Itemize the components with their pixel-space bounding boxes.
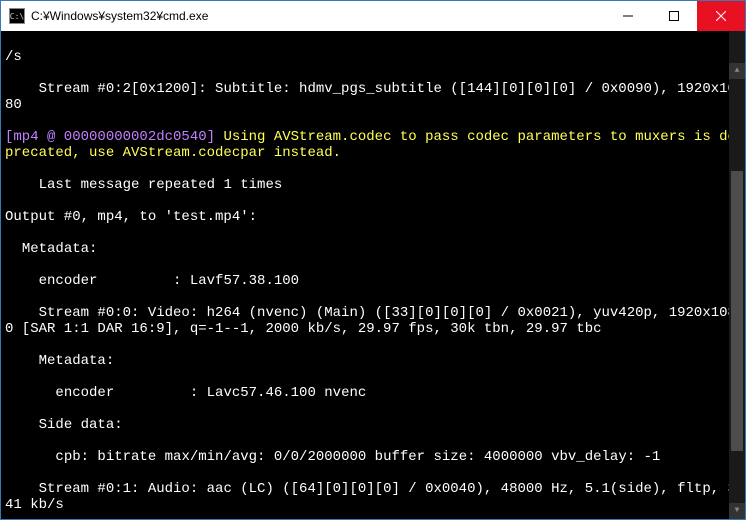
minimize-button[interactable]: [605, 1, 651, 31]
term-line: /s: [5, 49, 741, 65]
maximize-button[interactable]: [651, 1, 697, 31]
term-line: encoder : Lavc57.46.100 nvenc: [5, 385, 741, 401]
term-line: cpb: bitrate max/min/avg: 0/0/2000000 bu…: [5, 449, 741, 465]
term-line: [mp4 @ 00000000002dc0540] Using AVStream…: [5, 129, 741, 161]
term-line: Stream #0:0: Video: h264 (nvenc) (Main) …: [5, 305, 741, 337]
term-line: Metadata:: [5, 241, 741, 257]
close-icon: [716, 11, 726, 21]
scroll-down-button[interactable]: ▼: [729, 503, 745, 519]
term-line: Stream #0:1: Audio: aac (LC) ([64][0][0]…: [5, 481, 741, 513]
cmd-icon: C:\: [9, 8, 25, 24]
minimize-icon: [623, 11, 633, 21]
term-line: Stream #0:2[0x1200]: Subtitle: hdmv_pgs_…: [5, 81, 741, 113]
window-title: C:¥Windows¥system32¥cmd.exe: [31, 9, 208, 23]
term-line: Last message repeated 1 times: [5, 177, 741, 193]
close-button[interactable]: [697, 1, 745, 31]
titlebar[interactable]: C:\ C:¥Windows¥system32¥cmd.exe: [1, 1, 745, 31]
terminal-output[interactable]: /s Stream #0:2[0x1200]: Subtitle: hdmv_p…: [1, 31, 745, 519]
scrollbar[interactable]: ▲ ▼: [729, 31, 745, 519]
scroll-thumb[interactable]: [731, 171, 743, 451]
log-tag: [mp4 @ 00000000002dc0540]: [5, 129, 223, 145]
chevron-up-icon: ▲: [735, 63, 740, 79]
term-line: Metadata:: [5, 353, 741, 369]
term-line: Output #0, mp4, to 'test.mp4':: [5, 209, 741, 225]
maximize-icon: [669, 11, 679, 21]
cmd-window: C:\ C:¥Windows¥system32¥cmd.exe /s Strea…: [0, 0, 746, 520]
term-line: encoder : Lavf57.38.100: [5, 273, 741, 289]
term-line: Side data:: [5, 417, 741, 433]
scroll-up-button[interactable]: ▲: [729, 63, 745, 79]
chevron-down-icon: ▼: [735, 503, 740, 519]
